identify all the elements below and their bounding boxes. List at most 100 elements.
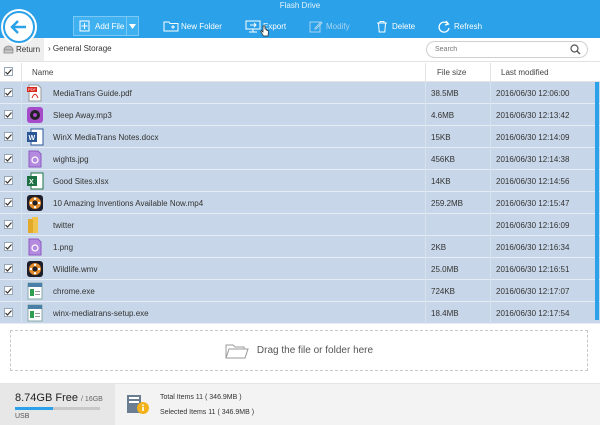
table-row[interactable]: wights.jpg 456KB 2016/06/30 12:14:38 xyxy=(0,148,600,170)
file-name: wights.jpg xyxy=(53,155,89,164)
column-header-name[interactable]: Name xyxy=(32,68,53,77)
check-icon xyxy=(5,177,12,184)
column-header-modified[interactable]: Last modified xyxy=(501,68,549,77)
drop-zone-label: Drag the file or folder here xyxy=(256,345,374,356)
row-checkbox[interactable] xyxy=(4,110,13,120)
drop-zone[interactable]: Drag the file or folder here xyxy=(10,330,588,371)
select-all-checkbox[interactable] xyxy=(4,67,13,77)
word-icon: W xyxy=(26,128,44,146)
trash-icon xyxy=(374,19,390,33)
table-body: PDF MediaTrans Guide.pdf 38.5MB 2016/06/30 … xyxy=(0,82,600,324)
table-row[interactable]: winx-mediatrans-setup.exe 18.4MB 2016/06/3… xyxy=(0,302,600,324)
file-name: 1.png xyxy=(53,243,74,252)
column-header-size[interactable]: File size xyxy=(437,68,466,77)
table-row[interactable]: PDF MediaTrans Guide.pdf 38.5MB 2016/06/30 … xyxy=(0,82,600,104)
file-name: Good Sites.xlsx xyxy=(53,177,109,186)
total-items: Total Items 11 ( 346.9MB ) xyxy=(160,394,242,401)
table-row[interactable]: twitter 2016/06/30 12:16:09 xyxy=(0,214,600,236)
row-checkbox[interactable] xyxy=(4,132,13,142)
refresh-icon xyxy=(436,19,452,33)
column-divider xyxy=(21,236,22,258)
new-folder-button[interactable]: New Folder xyxy=(163,17,222,35)
export-button[interactable]: Export xyxy=(245,17,286,37)
return-label: Return xyxy=(16,45,41,54)
table-row[interactable]: Wildlife.wmv 25.0MB 2016/06/30 12:16:51 xyxy=(0,258,600,280)
column-divider xyxy=(425,258,426,280)
column-divider xyxy=(21,302,22,324)
row-checkbox[interactable] xyxy=(4,220,13,230)
file-size: 2KB xyxy=(431,243,447,252)
column-divider xyxy=(21,148,22,170)
file-modified: 2016/06/30 12:16:34 xyxy=(496,243,570,252)
row-checkbox[interactable] xyxy=(4,154,13,164)
refresh-button[interactable]: Refresh xyxy=(436,17,482,35)
column-divider xyxy=(490,302,491,324)
total-capacity: / 16GB xyxy=(81,396,103,403)
column-divider xyxy=(21,214,22,236)
row-checkbox[interactable] xyxy=(4,176,13,186)
check-icon xyxy=(5,133,12,140)
column-divider xyxy=(425,214,426,236)
folder-icon xyxy=(26,216,44,234)
table-row[interactable]: chrome.exe 724KB 2016/06/30 12:17:07 xyxy=(0,280,600,302)
chevron-right-icon: › xyxy=(48,44,51,53)
add-file-button[interactable]: Add File xyxy=(73,16,139,36)
check-icon xyxy=(5,221,12,228)
column-divider xyxy=(490,126,491,148)
file-modified: 2016/06/30 12:16:51 xyxy=(496,265,570,274)
row-checkbox[interactable] xyxy=(4,88,13,98)
exe-icon xyxy=(26,304,44,322)
back-arrow-icon xyxy=(10,20,26,34)
add-file-label: Add File xyxy=(95,21,125,31)
modify-icon xyxy=(308,19,324,33)
folder-outline-icon xyxy=(225,344,249,358)
column-divider xyxy=(490,280,491,302)
table-header: Name File size Last modified xyxy=(0,63,600,82)
check-icon xyxy=(5,89,12,96)
modify-button[interactable]: Modify xyxy=(308,17,350,35)
free-space: 8.74GB Free / 16GB xyxy=(15,392,103,404)
search-input[interactable] xyxy=(427,42,557,57)
delete-button[interactable]: Delete xyxy=(374,17,415,35)
video-icon xyxy=(26,260,44,278)
table-row[interactable]: 10 Amazing Inventions Available Now.mp4 2… xyxy=(0,192,600,214)
file-modified: 2016/06/30 12:17:54 xyxy=(496,309,570,318)
column-divider xyxy=(21,280,22,302)
files-info-icon xyxy=(127,395,149,414)
check-icon xyxy=(5,309,12,316)
column-divider xyxy=(425,126,426,148)
table-row[interactable]: X Good Sites.xlsx 14KB 2016/06/30 12:14:56 xyxy=(0,170,600,192)
storage-panel: 8.74GB Free / 16GB USB xyxy=(0,384,115,425)
file-modified: 2016/06/30 12:17:07 xyxy=(496,287,570,296)
toolbar: Flash Drive Add File New Folder Export M… xyxy=(0,0,600,38)
scrollbar[interactable] xyxy=(595,82,599,320)
table-row[interactable]: 1.png 2KB 2016/06/30 12:16:34 xyxy=(0,236,600,258)
row-checkbox[interactable] xyxy=(4,286,13,296)
add-file-dropdown-icon[interactable] xyxy=(126,17,138,35)
search-icon[interactable] xyxy=(570,44,581,55)
file-name: WinX MediaTrans Notes.docx xyxy=(53,133,159,142)
column-divider xyxy=(21,82,22,104)
row-checkbox[interactable] xyxy=(4,264,13,274)
row-checkbox[interactable] xyxy=(4,308,13,318)
column-divider xyxy=(425,236,426,258)
file-name: MediaTrans Guide.pdf xyxy=(53,89,132,98)
check-icon xyxy=(5,68,12,75)
back-button[interactable] xyxy=(3,11,35,43)
column-divider xyxy=(425,192,426,214)
svg-text:PDF: PDF xyxy=(28,87,37,92)
file-modified: 2016/06/30 12:13:42 xyxy=(496,111,570,120)
search-box[interactable] xyxy=(426,41,588,58)
column-divider xyxy=(490,192,491,214)
row-checkbox[interactable] xyxy=(4,198,13,208)
table-row[interactable]: Sleep Away.mp3 4.6MB 2016/06/30 12:13:42 xyxy=(0,104,600,126)
return-icon xyxy=(3,45,14,54)
row-checkbox[interactable] xyxy=(4,242,13,252)
breadcrumb-bar: Return › General Storage xyxy=(0,38,600,62)
table-row[interactable]: W WinX MediaTrans Notes.docx 15KB 2016/06/3… xyxy=(0,126,600,148)
file-modified: 2016/06/30 12:06:00 xyxy=(496,89,570,98)
column-divider xyxy=(425,170,426,192)
column-divider xyxy=(425,104,426,126)
column-divider xyxy=(490,148,491,170)
delete-label: Delete xyxy=(392,21,416,31)
